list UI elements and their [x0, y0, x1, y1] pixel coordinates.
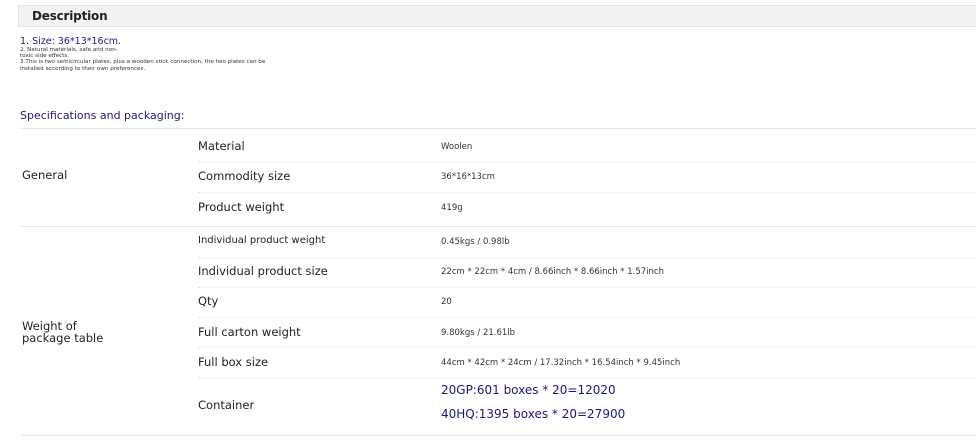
spec-value-commodity-size: 36*16*13cm — [441, 172, 495, 182]
table-top-divider — [20, 128, 976, 129]
spec-value-individual-size: 22cm * 22cm * 4cm / 8.66inch * 8.66inch … — [441, 267, 664, 277]
spec-value-product-weight: 419g — [441, 203, 463, 213]
row-divider — [198, 287, 976, 288]
row-divider — [198, 377, 976, 378]
description-header: Description — [18, 5, 976, 27]
row-divider — [198, 257, 976, 258]
spec-label-commodity-size: Commodity size — [198, 169, 291, 183]
row-divider — [198, 161, 976, 162]
row-divider — [198, 192, 976, 193]
spec-label-individual-weight: Individual product weight — [198, 235, 326, 246]
specifications-heading: Specifications and packaging: — [20, 109, 185, 122]
description-text: 1. Size: 36*13*16cm. 2. Natural material… — [20, 37, 265, 72]
spec-value-container-20gp: 20GP:601 boxes * 20=12020 — [441, 383, 616, 397]
spec-value-box-size: 44cm * 42cm * 24cm / 17.32inch * 16.54in… — [441, 358, 681, 368]
description-line-3a: 3.This is two semicircular plates, plus … — [20, 59, 266, 66]
group-divider — [20, 226, 976, 227]
spec-value-material: Woolen — [441, 142, 473, 152]
group-label-package: Weight of package table — [22, 320, 103, 344]
description-line-1: 1. Size: 36*13*16cm. — [20, 36, 122, 47]
spec-value-qty: 20 — [441, 297, 452, 307]
spec-label-box-size: Full box size — [198, 355, 269, 369]
spec-value-container-40hq: 40HQ:1395 boxes * 20=27900 — [441, 407, 626, 421]
spec-label-qty: Qty — [198, 294, 219, 308]
spec-label-individual-size: Individual product size — [198, 264, 328, 278]
spec-value-carton-weight: 9.80kgs / 21.61lb — [441, 328, 516, 338]
row-divider — [198, 317, 976, 318]
spec-value-individual-weight: 0.45kgs / 0.98lb — [441, 237, 510, 247]
group-label-package-line2: package table — [22, 331, 104, 345]
description-line-3b: installed according to their own prefere… — [20, 65, 146, 72]
spec-label-product-weight: Product weight — [198, 200, 285, 214]
group-label-general: General — [22, 168, 68, 182]
spec-label-container: Container — [198, 398, 255, 412]
table-bottom-divider — [20, 435, 976, 436]
spec-label-carton-weight: Full carton weight — [198, 325, 301, 339]
row-divider — [198, 347, 976, 348]
description-title: Description — [32, 9, 108, 23]
spec-label-material: Material — [198, 139, 245, 153]
